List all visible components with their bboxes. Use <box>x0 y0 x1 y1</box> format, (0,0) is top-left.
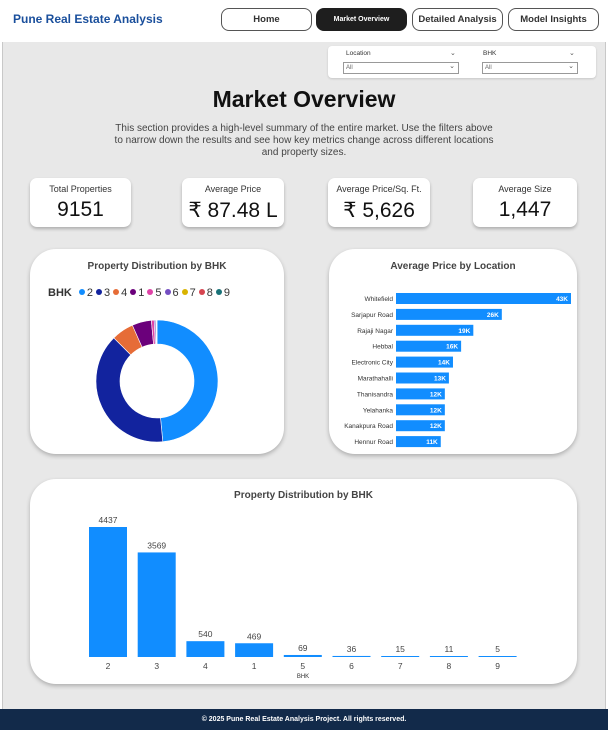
bhk-bar-chart-card: Property Distribution by BHK 4437 2 3569 3 5… <box>30 479 577 684</box>
nav-home-button[interactable]: Home <box>221 8 312 31</box>
kpi-label: Average Price/Sq. Ft. <box>336 184 422 194</box>
kpi-value: ₹ 87.48 L <box>188 199 278 222</box>
bhk-tick-label: 9 <box>495 661 500 671</box>
location-value-label: 16K <box>446 344 458 351</box>
location-label: Kanakpura Road <box>344 423 393 430</box>
kpi-value: 9151 <box>57 198 104 221</box>
kpi-average-price: Average Price ₹ 87.48 L <box>182 178 284 227</box>
footer: © 2025 Pune Real Estate Analysis Project… <box>0 709 608 730</box>
location-bar-chart: Whitefield 43K Sarjapur Road 26K Rajaji Naga… <box>344 293 571 448</box>
nav-model-insights-button[interactable]: Model Insights <box>508 8 599 31</box>
bhk-bar[interactable] <box>235 643 274 657</box>
chevron-down-icon: ⌄ <box>568 63 574 70</box>
bhk-value-label: 469 <box>247 631 261 641</box>
location-label: Hebbal <box>372 344 393 351</box>
location-value-label: 13K <box>434 376 446 383</box>
bhk-value-label: 11 <box>444 644 453 654</box>
location-label: Yelahanka <box>363 407 394 414</box>
location-value-label: 14K <box>438 360 450 367</box>
bhk-expand-icon[interactable]: ⌄ <box>569 49 575 57</box>
location-bar[interactable] <box>396 293 571 304</box>
location-value-label: 12K <box>430 407 442 414</box>
header: Pune Real Estate Analysis Home Market Ov… <box>0 0 608 42</box>
location-expand-icon[interactable]: ⌄ <box>450 49 456 57</box>
location-filter-value: All <box>346 65 353 71</box>
bhk-bar[interactable] <box>332 655 371 657</box>
bhk-value-label: 69 <box>298 643 308 653</box>
page-description: This section provides a high-level summa… <box>114 123 494 158</box>
bhk-tick-label: 6 <box>349 661 354 671</box>
bhk-filter-select[interactable]: All ⌄ <box>482 62 578 74</box>
location-label: Rajaji Nagar <box>357 328 394 335</box>
location-label: Sarjapur Road <box>351 312 393 319</box>
location-value-label: 11K <box>426 439 438 446</box>
chevron-down-icon: ⌄ <box>449 63 455 70</box>
kpi-value: 1,447 <box>498 198 552 221</box>
bhk-bar[interactable] <box>137 552 176 657</box>
kpi-label: Average Price <box>204 184 262 194</box>
bhk-tick-label: 2 <box>106 661 111 671</box>
location-label: Hennur Road <box>354 439 393 446</box>
bhk-bar[interactable] <box>381 656 420 657</box>
bhk-axis-label: BHK <box>297 674 309 680</box>
location-value-label: 19K <box>458 328 470 335</box>
donut-chart <box>95 319 219 443</box>
location-label: Electronic City <box>351 360 393 367</box>
page-title: Market Overview <box>212 86 396 112</box>
kpi-average-price-per-sqft: Average Price/Sq. Ft. ₹ 5,626 <box>328 178 430 227</box>
location-value-label: 12K <box>430 423 442 430</box>
location-label: Thanisandra <box>357 391 394 398</box>
bhk-bar[interactable] <box>429 656 468 657</box>
bhk-tick-label: 1 <box>252 661 257 671</box>
bhk-filter-label: BHK <box>483 50 497 57</box>
filter-panel: Location ⌄ All ⌄ BHK ⌄ All ⌄ <box>328 46 596 78</box>
nav-detailed-analysis-button[interactable]: Detailed Analysis <box>412 8 503 31</box>
location-value-label: 43K <box>556 296 568 303</box>
bhk-value-label: 540 <box>198 629 212 639</box>
location-filter-select[interactable]: All ⌄ <box>343 62 459 74</box>
kpi-label: Total Properties <box>49 184 112 194</box>
bhk-bar[interactable] <box>186 641 225 657</box>
bhk-bar-chart: 4437 2 3569 3 540 4 469 1 69 5 36 6 15 7 11 8 5 9 BHK <box>89 515 517 680</box>
brand-title: Pune Real Estate Analysis <box>13 12 163 26</box>
kpi-average-size: Average Size 1,447 <box>473 178 577 227</box>
bhk-tick-label: 3 <box>154 661 159 671</box>
bhk-bar[interactable] <box>283 654 322 657</box>
bhk-filter-value: All <box>485 65 492 71</box>
nav-market-overview-button[interactable]: Market Overview <box>316 8 407 31</box>
bhk-bar[interactable] <box>478 656 517 657</box>
location-chart-card: Average Price by Location Whitefield 43K S… <box>329 249 577 454</box>
kpi-total-properties: Total Properties 9151 <box>30 178 131 227</box>
bhk-tick-label: 5 <box>300 661 305 671</box>
bhk-tick-label: 8 <box>447 661 452 671</box>
bhk-bar[interactable] <box>89 527 127 657</box>
location-value-label: 26K <box>487 312 499 319</box>
bhk-value-label: 15 <box>395 644 405 654</box>
bhk-value-label: 36 <box>347 644 357 654</box>
bhk-value-label: 4437 <box>99 515 118 525</box>
location-filter-label: Location <box>346 50 371 57</box>
donut-chart-card: Property Distribution by BHK BHK 2341567… <box>30 249 284 454</box>
donut-slice-bhk-2[interactable] <box>156 319 219 443</box>
location-value-label: 12K <box>430 391 442 398</box>
bhk-tick-label: 4 <box>203 661 208 671</box>
bhk-value-label: 5 <box>495 644 500 654</box>
kpi-label: Average Size <box>498 184 552 194</box>
kpi-value: ₹ 5,626 <box>343 199 415 222</box>
location-label: Whitefield <box>364 296 393 303</box>
location-label: Marathahalli <box>358 376 393 383</box>
bhk-tick-label: 7 <box>398 661 403 671</box>
bhk-value-label: 3569 <box>147 540 166 550</box>
